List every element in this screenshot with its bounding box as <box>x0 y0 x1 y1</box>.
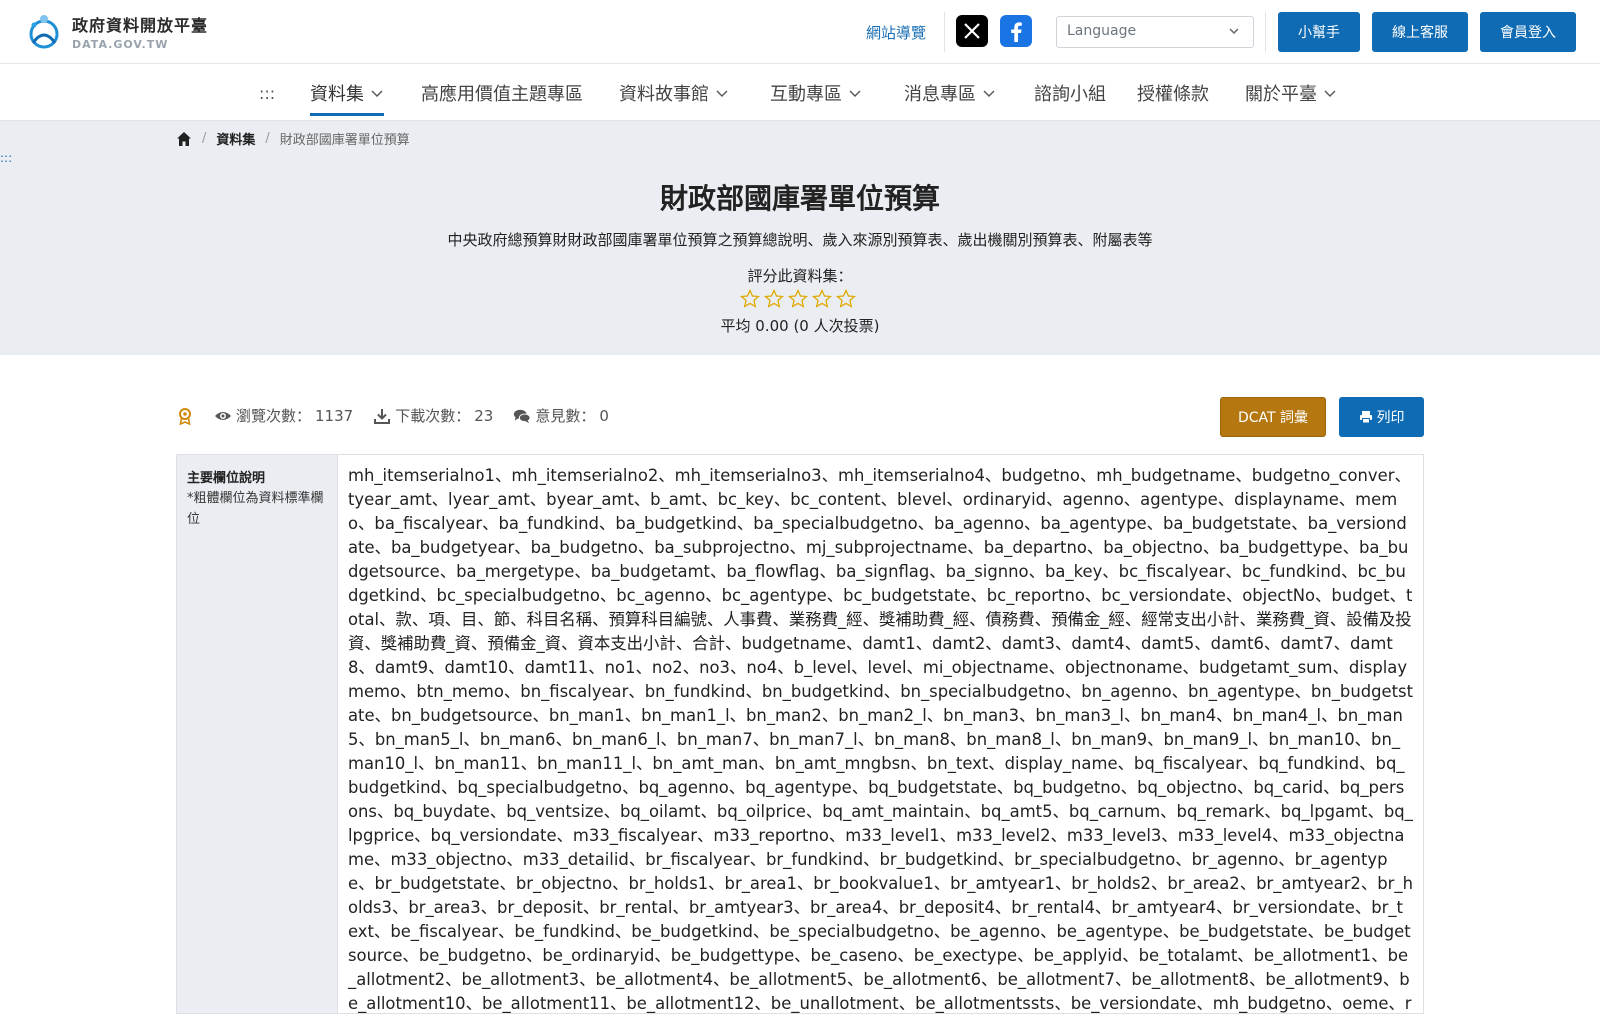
logo-title: 政府資料開放平臺 <box>72 16 209 35</box>
print-button-label: 列印 <box>1376 410 1405 426</box>
comments-icon <box>514 409 531 423</box>
eye-icon <box>215 411 231 420</box>
nav-item-label: 資料故事館 <box>619 84 709 105</box>
breadcrumb-separator: / <box>202 131 207 146</box>
nav-item-label: 資料集 <box>310 84 364 105</box>
member-login-button[interactable]: 會員登入 <box>1480 12 1576 52</box>
main-nav: ::: 資料集 高應用價值主題專區 資料故事館 互動專區 消息專區 諮詢小組 授… <box>0 64 1600 121</box>
nav-item-high-value-topics[interactable]: 高應用價值主題專區 <box>421 80 583 106</box>
nav-item-label: 消息專區 <box>904 84 976 105</box>
chevron-down-icon <box>716 90 728 97</box>
rating-stars[interactable] <box>740 289 856 309</box>
rating-label: 評分此資料集： <box>747 267 853 285</box>
nav-item-news[interactable]: 消息專區 <box>904 80 996 106</box>
nav-item-label: 關於平臺 <box>1245 84 1317 105</box>
logo-subtitle: DATA.GOV.TW <box>72 38 169 51</box>
field-label-cell: 主要欄位說明 *粗體欄位為資料標準欄位 <box>177 455 338 1013</box>
field-label-note: *粗體欄位為資料標準欄位 <box>187 491 324 527</box>
x-share-button[interactable] <box>956 15 988 47</box>
nav-item-label: 諮詢小組 <box>1034 84 1106 105</box>
comments-count: 0 <box>599 406 609 425</box>
nav-item-about[interactable]: 關於平臺 <box>1245 80 1337 106</box>
sitemap-link[interactable]: 網站導覽 <box>866 22 926 43</box>
logo-icon <box>29 14 59 48</box>
facebook-icon <box>1011 22 1022 42</box>
divider <box>1265 12 1266 52</box>
dataset-stats: 瀏覽次數： 1137 下載次數： 23 意見數： 0 <box>176 405 623 426</box>
star-icon[interactable] <box>740 289 760 309</box>
field-description-table: 主要欄位說明 *粗體欄位為資料標準欄位 mh_itemserialno1、mh_… <box>176 454 1424 1014</box>
star-icon[interactable] <box>764 289 784 309</box>
breadcrumb-separator: / <box>265 131 270 146</box>
views-label: 瀏覽次數： <box>236 407 312 425</box>
print-button[interactable]: 列印 <box>1339 397 1424 437</box>
downloads-label: 下載次數： <box>395 407 471 425</box>
dataset-hero: / 資料集 / 財政部國庫署單位預算 ::: 財政部國庫署單位預算 中央政府總預… <box>0 121 1600 355</box>
field-label-title: 主要欄位說明 <box>187 471 266 486</box>
online-service-button[interactable]: 線上客服 <box>1372 12 1468 52</box>
rating-average: 平均 0.00 (0 人次投票) <box>720 317 880 335</box>
award-badge <box>176 407 194 425</box>
nav-item-datasets[interactable]: 資料集 <box>310 80 384 116</box>
nav-item-label: 互動專區 <box>770 84 842 105</box>
x-icon <box>964 23 980 39</box>
downloads-count: 23 <box>474 406 494 425</box>
top-header: 政府資料開放平臺 DATA.GOV.TW 網站導覽 Language 小幫手 線… <box>0 0 1600 64</box>
award-icon <box>179 407 191 425</box>
views-stat: 瀏覽次數： 1137 <box>214 405 353 426</box>
breadcrumb-datasets[interactable]: 資料集 <box>216 129 255 148</box>
page-title: 財政部國庫署單位預算 <box>659 182 940 215</box>
download-icon <box>374 408 391 424</box>
nav-item-advisory[interactable]: 諮詢小組 <box>1034 80 1106 106</box>
breadcrumb-current: 財政部國庫署單位預算 <box>279 133 410 148</box>
nav-skip-link[interactable]: ::: <box>259 84 275 103</box>
comments-stat: 意見數： 0 <box>513 405 609 426</box>
chevron-down-icon <box>371 90 383 97</box>
helper-button[interactable]: 小幫手 <box>1278 12 1360 52</box>
nav-item-data-stories[interactable]: 資料故事館 <box>619 80 729 106</box>
language-select-label: Language <box>1067 23 1137 39</box>
breadcrumb: / 資料集 / 財政部國庫署單位預算 <box>176 129 410 148</box>
dcat-vocabulary-button[interactable]: DCAT 詞彙 <box>1220 397 1326 437</box>
star-icon[interactable] <box>788 289 808 309</box>
comments-label: 意見數： <box>535 407 596 425</box>
language-select[interactable]: Language <box>1056 16 1254 48</box>
nav-item-interactive[interactable]: 互動專區 <box>770 80 862 106</box>
nav-item-label: 高應用價值主題專區 <box>421 84 583 105</box>
dataset-description: 中央政府總預算財財政部國庫署單位預算之預算總說明、歲入來源別預算表、歲出機關別預… <box>447 231 1153 249</box>
chevron-down-icon <box>1324 90 1336 97</box>
star-icon[interactable] <box>812 289 832 309</box>
facebook-share-button[interactable] <box>1000 15 1032 47</box>
home-icon[interactable] <box>176 131 192 147</box>
chevron-down-icon <box>1229 28 1239 35</box>
chevron-down-icon <box>849 90 861 97</box>
views-count: 1137 <box>315 406 354 425</box>
print-icon <box>1359 411 1372 424</box>
nav-item-license[interactable]: 授權條款 <box>1137 80 1209 106</box>
chevron-down-icon <box>983 90 995 97</box>
divider <box>944 12 945 52</box>
nav-item-label: 授權條款 <box>1137 84 1209 105</box>
field-value-cell: mh_itemserialno1、mh_itemserialno2、mh_ite… <box>348 466 1413 1013</box>
site-logo[interactable]: 政府資料開放平臺 DATA.GOV.TW <box>24 12 208 51</box>
downloads-stat: 下載次數： 23 <box>373 405 493 426</box>
content-skip-link[interactable]: ::: <box>0 151 12 165</box>
star-icon[interactable] <box>836 289 856 309</box>
